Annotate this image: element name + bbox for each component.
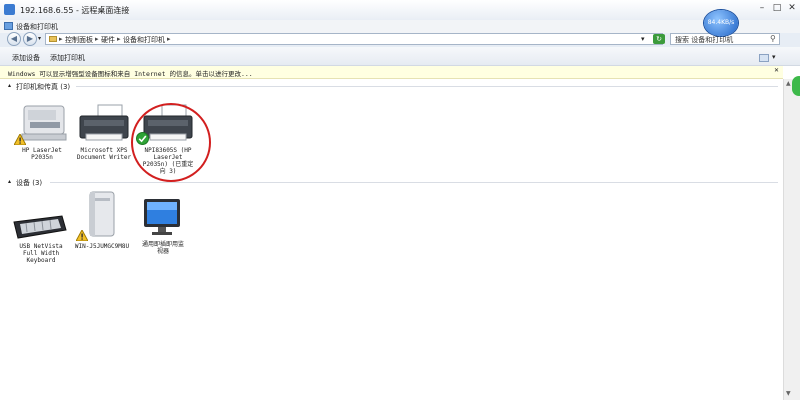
breadcrumb-hardware[interactable]: 硬件 — [101, 35, 115, 45]
printer-label: HP LaserJet P2035n — [22, 147, 62, 161]
refresh-icon: ↻ — [656, 35, 662, 43]
keyboard-icon — [13, 215, 67, 239]
add-printer-button[interactable]: 添加打印机 — [50, 53, 85, 63]
printer-label: Microsoft XPS Document Writer — [76, 147, 132, 161]
devices-group-header[interactable]: 设备 (3) — [16, 178, 42, 188]
breadcrumb-separator: ▸ — [167, 35, 171, 43]
keyboard-device[interactable] — [12, 210, 68, 240]
remote-desktop-icon — [4, 4, 15, 15]
search-icon[interactable]: ⚲ — [770, 34, 776, 43]
annotation-circle — [131, 103, 211, 182]
forward-arrow-icon: ▶ — [26, 34, 34, 43]
network-status-indicator — [792, 76, 800, 96]
collapse-icon[interactable]: ▴ — [8, 82, 11, 89]
group-divider — [76, 86, 778, 87]
printers-group-header[interactable]: 打印机和传真 (3) — [16, 82, 70, 92]
change-view-icon[interactable] — [759, 54, 769, 62]
window-title: 设备和打印机 — [16, 23, 58, 31]
computer-tower-icon — [89, 191, 115, 237]
xps-printer-icon — [79, 104, 129, 141]
collapse-icon[interactable]: ▴ — [8, 178, 11, 185]
breadcrumb-separator: ▸ — [95, 35, 99, 43]
monitor-device[interactable] — [140, 197, 184, 239]
add-device-button[interactable]: 添加设备 — [12, 53, 40, 63]
device-label: WIN-J5JUMGC9M8U — [74, 243, 130, 250]
info-bar-text[interactable]: Windows 可以显示增强型设备图标和来自 Internet 的信息。单击以进… — [8, 68, 253, 78]
scroll-down-arrow-icon[interactable]: ▼ — [786, 390, 791, 397]
breadcrumb-separator: ▸ — [59, 35, 63, 43]
vertical-scrollbar[interactable] — [783, 79, 800, 400]
maximize-button[interactable]: □ — [770, 2, 784, 15]
device-label: 通用即插即用监 视器 — [141, 241, 184, 255]
recent-pages-dropdown[interactable]: ▾ — [38, 35, 41, 42]
back-button[interactable]: ◀ — [7, 32, 21, 46]
forward-button[interactable]: ▶ — [23, 32, 37, 46]
view-dropdown[interactable]: ▾ — [772, 53, 776, 61]
address-dropdown[interactable]: ▾ — [641, 35, 645, 43]
search-placeholder: 搜索 设备和打印机 — [675, 36, 734, 44]
breadcrumb-control-panel[interactable]: 控制面板 — [65, 35, 93, 45]
refresh-button[interactable]: ↻ — [653, 34, 665, 44]
breadcrumb-separator: ▸ — [117, 35, 121, 43]
back-arrow-icon: ◀ — [10, 34, 18, 43]
group-divider — [50, 182, 778, 183]
rdp-window-title: 192.168.6.55 - 远程桌面连接 — [20, 6, 130, 15]
explorer-title-bar — [0, 20, 800, 33]
devices-window-icon — [4, 22, 13, 30]
network-speed-badge: 84.4KB/s — [704, 10, 738, 36]
printer-item[interactable] — [74, 100, 134, 148]
info-close-icon[interactable]: ✕ — [774, 67, 779, 74]
folder-icon — [49, 36, 57, 42]
command-bar — [0, 47, 800, 66]
warning-icon — [13, 132, 27, 147]
breadcrumb-devices-printers[interactable]: 设备和打印机 — [123, 35, 165, 45]
warning-icon — [75, 228, 89, 243]
device-label: USB NetVista Full Width Keyboard — [19, 243, 63, 264]
scroll-up-arrow-icon[interactable]: ▲ — [786, 80, 791, 87]
minimize-button[interactable]: – — [755, 2, 769, 15]
monitor-icon — [144, 199, 180, 235]
computer-device[interactable] — [84, 190, 120, 240]
close-button[interactable]: ✕ — [785, 2, 799, 15]
